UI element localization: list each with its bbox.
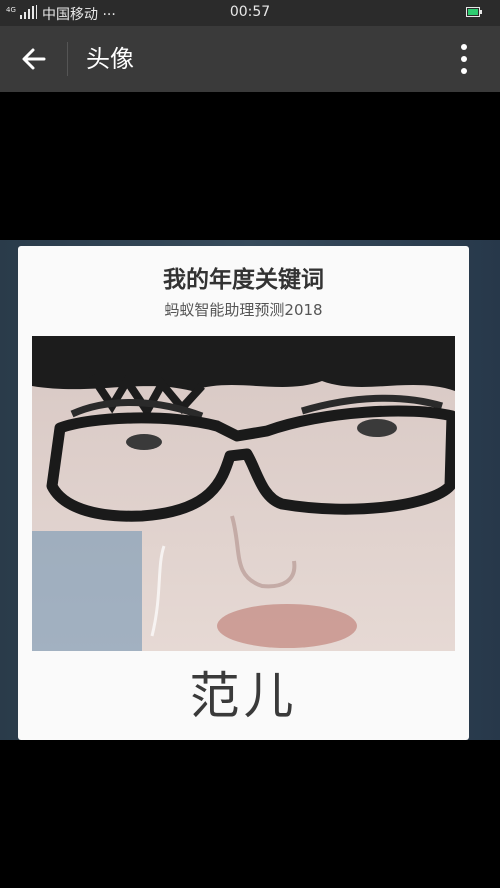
more-vertical-icon[interactable] [454, 43, 474, 75]
card-subheading: 蚂蚁智能助理预测2018 [164, 301, 323, 319]
status-time: 00:57 [229, 4, 271, 20]
page-title: 头像 [86, 45, 134, 73]
battery-icon [466, 7, 482, 17]
card-heading: 我的年度关键词 [163, 267, 324, 293]
screen: 4G 中国移动 ··· 00:57 头像 我的年度关键词 蚂蚁智能助理预测201… [0, 0, 500, 888]
keyword-card: 我的年度关键词 蚂蚁智能助理预测2018 范儿 [18, 246, 469, 740]
app-bar: 头像 [0, 26, 500, 92]
app-bar-divider [67, 42, 68, 76]
status-bar: 4G 中国移动 ··· 00:57 [0, 0, 500, 26]
annual-keyword: 范儿 [189, 667, 298, 725]
arrow-left-icon[interactable] [20, 45, 48, 73]
portrait-photo [32, 336, 455, 651]
avatar-image[interactable]: 我的年度关键词 蚂蚁智能助理预测2018 范儿 [0, 240, 500, 740]
